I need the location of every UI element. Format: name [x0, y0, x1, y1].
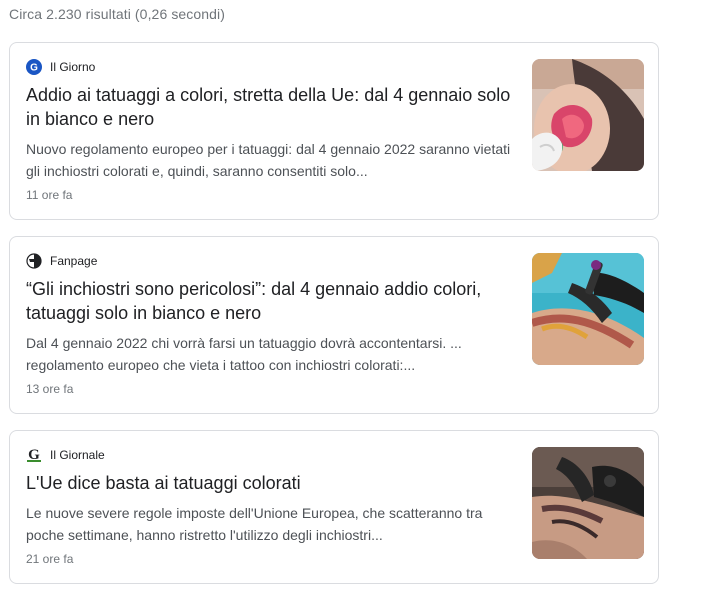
tattoo-hands-thumbnail[interactable]	[532, 447, 644, 559]
news-card[interactable]: G Il Giorno Addio ai tatuaggi a colori, …	[9, 42, 659, 220]
news-card[interactable]: G Il Giornale L'Ue dice basta ai tatuagg…	[9, 430, 659, 584]
news-headline-link[interactable]: L'Ue dice basta ai tatuaggi colorati	[26, 471, 516, 495]
source-name: Il Giornale	[50, 448, 105, 462]
fanpage-logo-icon	[26, 253, 42, 269]
news-snippet: Nuovo regolamento europeo per i tatuaggi…	[26, 141, 511, 179]
publish-age: 21 ore fa	[26, 552, 74, 566]
result-stats: Circa 2.230 risultati (0,26 secondi)	[9, 6, 226, 22]
publish-age: 11 ore fa	[26, 188, 73, 202]
news-snippet: Dal 4 gennaio 2022 chi vorrà farsi un ta…	[26, 335, 462, 373]
publish-age: 13 ore fa	[26, 382, 74, 396]
il-giorno-logo-icon: G	[26, 59, 42, 75]
tattoo-shoulder-thumbnail[interactable]	[532, 59, 644, 171]
source-row: G Il Giornale	[26, 447, 105, 463]
tattoo-arm-thumbnail[interactable]	[532, 253, 644, 365]
news-card[interactable]: Fanpage “Gli inchiostri sono pericolosi”…	[9, 236, 659, 414]
source-row: G Il Giorno	[26, 59, 95, 75]
source-row: Fanpage	[26, 253, 97, 269]
news-snippet: Le nuove severe regole imposte dell'Unio…	[26, 505, 483, 543]
source-name: Il Giorno	[50, 60, 96, 74]
news-headline-link[interactable]: Addio ai tatuaggi a colori, stretta dell…	[26, 83, 516, 131]
source-name: Fanpage	[50, 254, 98, 268]
news-headline-link[interactable]: “Gli inchiostri sono pericolosi”: dal 4 …	[26, 277, 516, 325]
svg-text:G: G	[30, 63, 38, 74]
il-giornale-logo-icon: G	[26, 447, 42, 463]
